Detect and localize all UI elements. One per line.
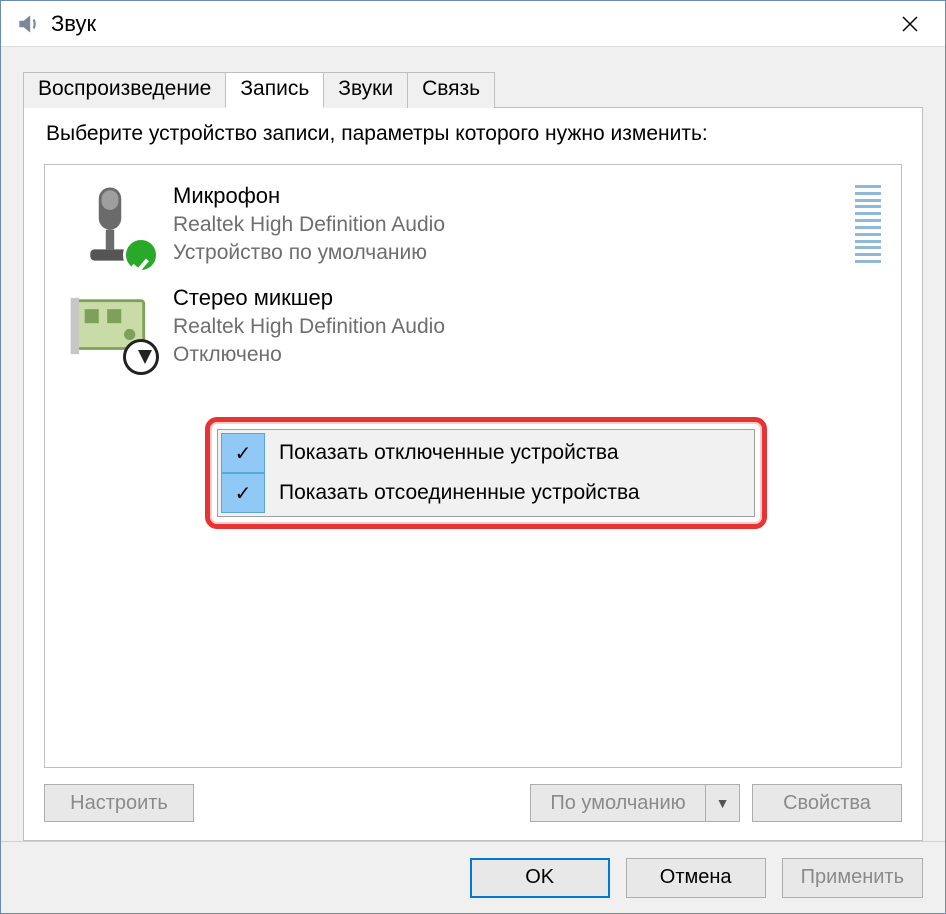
menu-label: Показать отключенные устройства — [279, 441, 619, 465]
device-row-microphone[interactable]: Микрофон Realtek High Definition Audio У… — [45, 173, 901, 275]
dialog-footer: OK Отмена Применить — [1, 841, 945, 913]
configure-button[interactable]: Настроить — [44, 784, 194, 822]
check-icon: ✓ — [221, 473, 265, 513]
device-name: Микрофон — [173, 181, 845, 211]
device-list[interactable]: Микрофон Realtek High Definition Audio У… — [44, 164, 902, 768]
device-name: Стерео микшер — [173, 283, 881, 313]
window-title: Звук — [51, 11, 96, 37]
check-icon: ✓ — [221, 433, 265, 473]
context-menu-highlight: ✓ Показать отключенные устройства ✓ Пока… — [205, 417, 767, 529]
device-text: Микрофон Realtek High Definition Audio У… — [173, 181, 845, 267]
microphone-icon — [65, 179, 155, 269]
set-default-button[interactable]: По умолчанию ▼ — [530, 784, 740, 822]
panel-button-row: Настроить По умолчанию ▼ Свойства — [44, 784, 902, 822]
sound-card-icon — [65, 281, 155, 371]
device-status: Устройство по умолчанию — [173, 239, 845, 267]
device-driver: Realtek High Definition Audio — [173, 211, 845, 239]
chevron-down-icon[interactable]: ▼ — [705, 785, 739, 821]
cancel-button[interactable]: Отмена — [626, 858, 766, 898]
title-bar: Звук — [1, 1, 945, 47]
tab-sounds[interactable]: Звуки — [323, 72, 408, 108]
close-button[interactable] — [875, 1, 945, 47]
menu-show-disabled[interactable]: ✓ Показать отключенные устройства — [221, 433, 751, 473]
level-meter — [855, 179, 881, 269]
device-text: Стерео микшер Realtek High Definition Au… — [173, 283, 881, 369]
tab-playback[interactable]: Воспроизведение — [23, 72, 226, 108]
device-row-stereo-mix[interactable]: Стерео микшер Realtek High Definition Au… — [45, 275, 901, 377]
device-status: Отключено — [173, 341, 881, 369]
default-check-badge — [123, 237, 159, 273]
close-icon — [901, 15, 919, 33]
device-driver: Realtek High Definition Audio — [173, 313, 881, 341]
disabled-arrow-badge — [123, 339, 159, 375]
properties-button[interactable]: Свойства — [752, 784, 902, 822]
sound-dialog: Звук Воспроизведение Запись Звуки Связь … — [0, 0, 946, 914]
set-default-label: По умолчанию — [531, 792, 705, 815]
menu-show-disconnected[interactable]: ✓ Показать отсоединенные устройства — [221, 473, 751, 513]
menu-label: Показать отсоединенные устройства — [279, 481, 640, 505]
context-menu: ✓ Показать отключенные устройства ✓ Пока… — [217, 429, 755, 517]
tab-strip: Воспроизведение Запись Звуки Связь — [23, 71, 923, 107]
tab-recording[interactable]: Запись — [225, 72, 324, 108]
speaker-icon — [15, 11, 41, 37]
tab-communications[interactable]: Связь — [407, 72, 495, 108]
recording-panel: Выберите устройство записи, параметры ко… — [23, 107, 923, 841]
ok-button[interactable]: OK — [470, 858, 610, 898]
dialog-body: Воспроизведение Запись Звуки Связь Выбер… — [1, 47, 945, 841]
panel-instruction: Выберите устройство записи, параметры ко… — [46, 122, 902, 146]
apply-button[interactable]: Применить — [782, 858, 923, 898]
